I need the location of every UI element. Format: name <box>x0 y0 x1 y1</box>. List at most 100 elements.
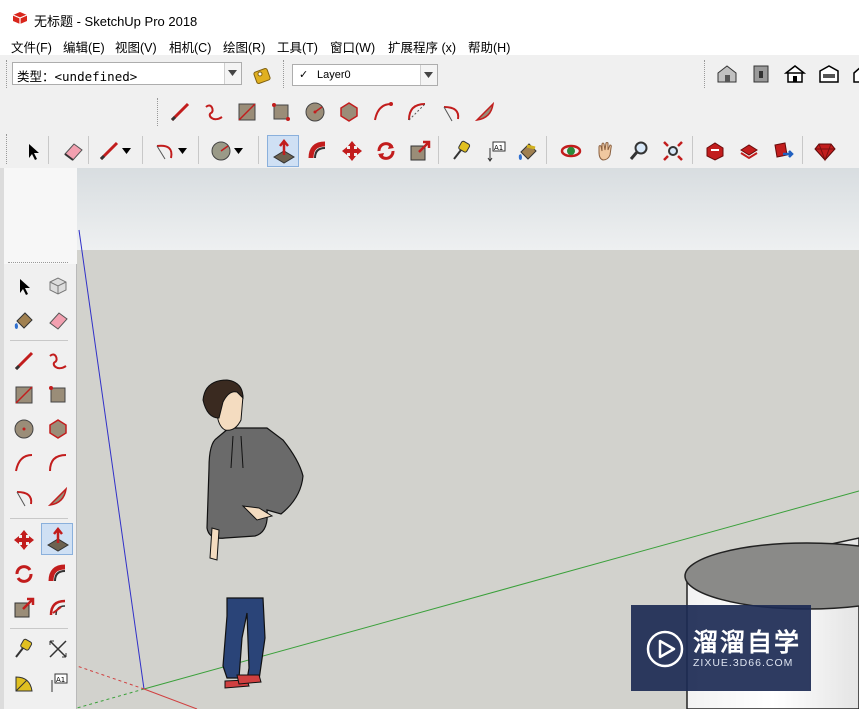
eraser-icon[interactable] <box>58 136 86 164</box>
rotate-icon[interactable] <box>9 559 37 587</box>
arc-icon[interactable] <box>9 448 37 476</box>
toolbar-separator <box>438 136 439 164</box>
scale-icon[interactable] <box>405 136 433 164</box>
sky <box>77 168 859 250</box>
select-icon[interactable] <box>18 136 46 164</box>
arc-dropdown[interactable] <box>176 136 192 164</box>
polygon-icon[interactable] <box>43 414 71 442</box>
iso-view-icon[interactable] <box>712 59 740 87</box>
tape-measure-icon[interactable] <box>447 136 475 164</box>
three-point-arc-icon[interactable] <box>436 97 464 125</box>
three-point-arc-icon[interactable] <box>9 482 37 510</box>
zoom-icon[interactable] <box>624 136 652 164</box>
two-point-arc-icon[interactable] <box>402 97 430 125</box>
pie-icon[interactable] <box>43 482 71 510</box>
palette-separator <box>10 518 68 519</box>
move-icon[interactable] <box>9 525 37 553</box>
toolbar-separator <box>546 136 547 164</box>
pie-icon[interactable] <box>470 97 498 125</box>
warehouse-icon[interactable] <box>700 136 728 164</box>
rotated-rectangle-icon[interactable] <box>43 380 71 408</box>
freehand-icon[interactable] <box>43 346 71 374</box>
chevron-down-icon[interactable] <box>420 65 437 85</box>
toolbar-grip[interactable] <box>6 134 10 164</box>
text-icon[interactable]: A1 <box>481 136 509 164</box>
follow-me-icon[interactable] <box>303 136 331 164</box>
move-icon[interactable] <box>337 136 365 164</box>
front-view-icon[interactable] <box>780 59 808 87</box>
menu-tools[interactable]: 工具(T) <box>277 37 318 56</box>
right-view-icon[interactable] <box>814 59 842 87</box>
freehand-icon[interactable] <box>199 97 227 125</box>
select-icon[interactable] <box>9 271 37 299</box>
toolbar-separator <box>142 136 143 164</box>
polygon-icon[interactable] <box>334 97 362 125</box>
line-icon[interactable] <box>165 97 193 125</box>
orbit-icon[interactable] <box>556 136 584 164</box>
offset-icon[interactable] <box>43 593 71 621</box>
window-title: 无标题 - SketchUp Pro 2018 <box>34 14 198 29</box>
rectangle-icon[interactable] <box>9 380 37 408</box>
menu-extensions[interactable]: 扩展程序 (x) <box>388 37 456 56</box>
eraser-icon[interactable] <box>43 305 71 333</box>
line-icon[interactable] <box>9 346 37 374</box>
menu-window[interactable]: 窗口(W) <box>330 37 375 56</box>
zoom-extents-icon[interactable] <box>658 136 686 164</box>
text-icon[interactable]: A1 <box>43 668 71 696</box>
palette-separator <box>10 628 68 629</box>
toolbar-grip[interactable] <box>283 60 287 88</box>
push-pull-icon[interactable] <box>41 523 73 555</box>
top-view-icon[interactable] <box>746 59 774 87</box>
dimension-icon[interactable] <box>43 634 71 662</box>
toolbar-separator <box>48 136 49 164</box>
menu-draw[interactable]: 绘图(R) <box>223 37 265 56</box>
svg-text:A1: A1 <box>56 676 65 684</box>
title-bar: 无标题 - SketchUp Pro 2018 <box>0 0 859 35</box>
ruby-console-icon[interactable] <box>810 136 838 164</box>
classifier-dropdown[interactable]: 类型：<undefined> <box>12 62 242 85</box>
paint-bucket-icon[interactable] <box>9 305 37 333</box>
svg-text:A1: A1 <box>494 144 503 152</box>
rectangle-icon[interactable] <box>232 97 260 125</box>
menu-view[interactable]: 视图(V) <box>115 37 157 56</box>
follow-me-icon[interactable] <box>43 559 71 587</box>
extension-warehouse-icon[interactable] <box>734 136 762 164</box>
circle-icon[interactable] <box>9 414 37 442</box>
pencil-dropdown[interactable] <box>120 136 136 164</box>
circle-icon[interactable] <box>300 97 328 125</box>
rotate-icon[interactable] <box>371 136 399 164</box>
menu-edit[interactable]: 编辑(E) <box>63 37 105 56</box>
classifier-tag-icon[interactable] <box>248 60 276 88</box>
paint-bucket-icon[interactable] <box>513 136 541 164</box>
circle-tool-icon[interactable] <box>206 136 234 164</box>
menu-help[interactable]: 帮助(H) <box>468 37 510 56</box>
scale-icon[interactable] <box>9 593 37 621</box>
toolbar-separator <box>802 136 803 164</box>
toolbar-grip[interactable] <box>6 60 10 88</box>
axes-icon[interactable] <box>9 700 37 709</box>
tape-measure-icon[interactable] <box>9 634 37 662</box>
arc-tool-icon[interactable] <box>150 136 178 164</box>
toolbar-separator <box>198 136 199 164</box>
push-pull-icon[interactable] <box>267 135 299 167</box>
layer-name: Layer0 <box>317 69 351 81</box>
two-point-arc-icon[interactable] <box>43 448 71 476</box>
toolbar-grip[interactable] <box>157 98 161 126</box>
make-component-icon[interactable] <box>43 271 71 299</box>
palette-separator <box>10 340 68 341</box>
toolbar-grip[interactable] <box>704 60 708 88</box>
back-view-icon[interactable] <box>846 59 859 87</box>
share-model-icon[interactable] <box>768 136 796 164</box>
pan-icon[interactable] <box>590 136 618 164</box>
chevron-down-icon[interactable] <box>224 63 241 84</box>
menu-camera[interactable]: 相机(C) <box>169 37 211 56</box>
toolbar-separator <box>88 136 89 164</box>
arc-icon[interactable] <box>368 97 396 125</box>
circle-dropdown[interactable] <box>232 136 248 164</box>
menu-file[interactable]: 文件(F) <box>11 37 52 56</box>
pencil-icon[interactable] <box>94 136 122 164</box>
layer-dropdown[interactable]: ✓ Layer0 <box>292 64 438 86</box>
palette-grip[interactable] <box>8 262 68 264</box>
rotated-rectangle-icon[interactable] <box>266 97 294 125</box>
protractor-icon[interactable] <box>9 668 37 696</box>
